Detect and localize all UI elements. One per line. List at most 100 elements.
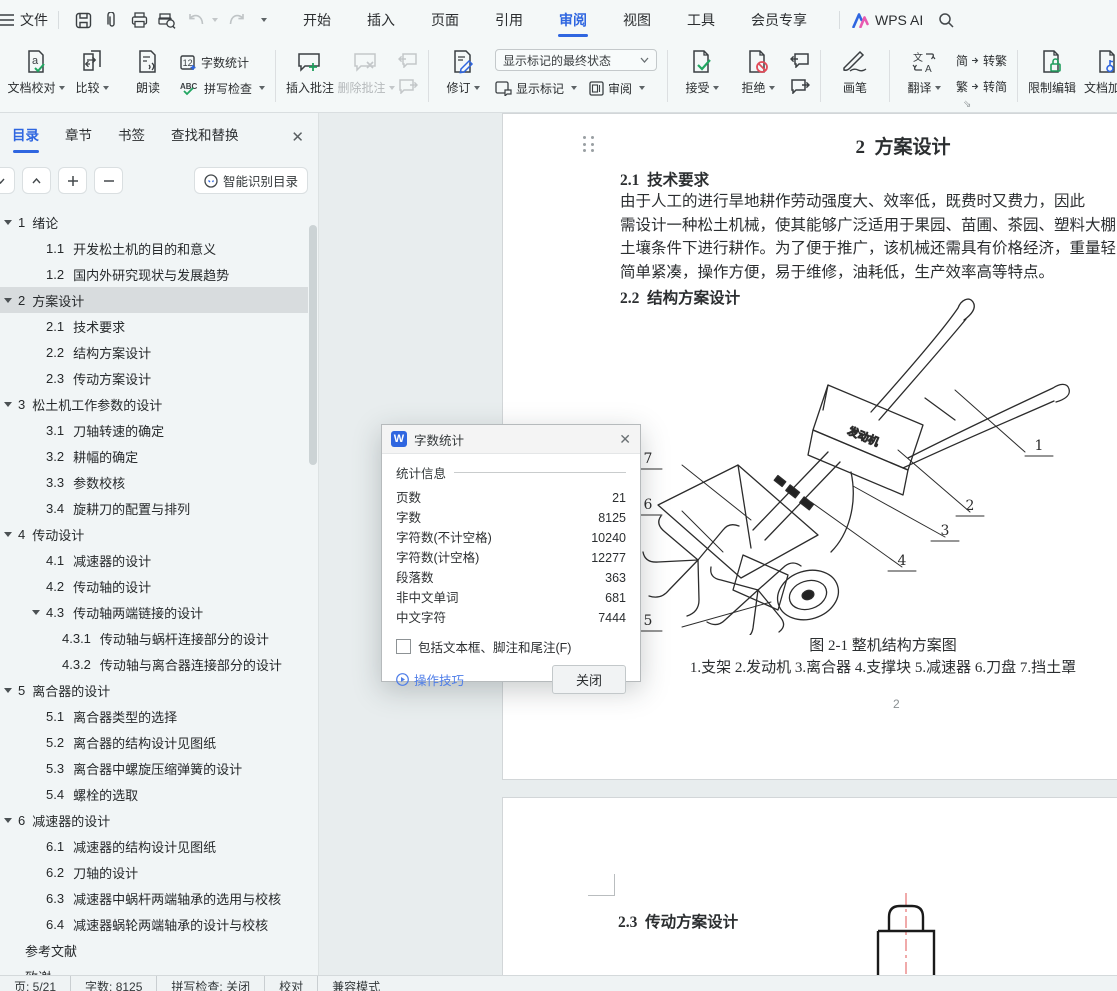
show-markup-button[interactable]: 显示标记	[495, 78, 578, 98]
read-aloud-button[interactable]: 朗读	[120, 40, 176, 96]
menu-tab[interactable]: 工具	[669, 0, 733, 40]
menu-tab[interactable]: 引用	[477, 0, 541, 40]
status-item[interactable]: 字数: 8125	[70, 976, 156, 991]
toc-item[interactable]: 4 传动设计	[0, 521, 308, 547]
insert-comment-button[interactable]: 插入批注	[282, 40, 338, 96]
toc-item[interactable]: 4.1 减速器的设计	[0, 547, 308, 573]
proofread-button[interactable]: a 文档校对	[8, 40, 65, 96]
sidebar-scrollbar-thumb[interactable]	[309, 225, 317, 465]
delete-comment-button[interactable]: 删除批注	[338, 40, 395, 96]
next-change-button[interactable]	[790, 76, 811, 96]
paragraph-line[interactable]: 需设计一种松土机械，使其能够广泛适用于果园、苗圃、茶园、塑料大棚	[620, 214, 1117, 238]
paragraph-line[interactable]: 简单紧凑，操作方便，易于维修，油耗低，生产效率高等特点。	[620, 261, 1117, 285]
toc-item[interactable]: 3.2 耕幅的确定	[0, 443, 308, 469]
reject-button[interactable]: 拒绝	[730, 40, 786, 96]
toc-item[interactable]: 4.3.1 传动轴与蜗杆连接部分的设计	[0, 625, 308, 651]
menu-tab[interactable]: 会员专享	[733, 0, 825, 40]
restrict-editing-button[interactable]: 限制编辑	[1024, 40, 1080, 96]
figure-transmission-drawing[interactable]	[863, 888, 953, 977]
toc-item[interactable]: 1 绪论	[0, 209, 308, 235]
print-preview-button[interactable]	[154, 7, 180, 33]
document-page-2[interactable]: 2.3 传动方案设计	[502, 797, 1117, 977]
dialog-titlebar[interactable]: W 字数统计 ✕	[382, 425, 640, 454]
wps-ai-entry[interactable]: WPS AI	[852, 12, 923, 28]
menu-tab[interactable]: 审阅	[541, 0, 605, 40]
accept-button[interactable]: 接受	[674, 40, 730, 96]
markup-state-select[interactable]: 显示标记的最终状态	[495, 49, 658, 71]
toc-item[interactable]: 4.3 传动轴两端链接的设计	[0, 599, 308, 625]
simplified-to-traditional-button[interactable]: 简 转繁	[956, 50, 1007, 70]
encrypt-document-button[interactable]: 文档加密	[1080, 40, 1117, 96]
file-menu[interactable]: 文件	[0, 10, 48, 30]
menu-tab[interactable]: 视图	[605, 0, 669, 40]
traditional-to-simplified-button[interactable]: 繁 转简	[956, 76, 1007, 96]
toc-item[interactable]: 2.2 结构方案设计	[0, 339, 308, 365]
toc-expand-triangle-icon[interactable]	[4, 531, 12, 537]
toc-item[interactable]: 1.2 国内外研究现状与发展趋势	[0, 261, 308, 287]
toc-item[interactable]: 4.3.2 传动轴与离合器连接部分的设计	[0, 651, 308, 677]
paragraph-drag-handle[interactable]	[583, 136, 596, 156]
sidebar-tab[interactable]: 章节	[53, 113, 104, 159]
include-footnotes-option[interactable]: 包括文本框、脚注和尾注(F)	[396, 637, 626, 656]
previous-change-button[interactable]	[790, 50, 810, 70]
next-comment-button[interactable]	[398, 76, 419, 96]
toc-item[interactable]: 5.3 离合器中螺旋压缩弹簧的设计	[0, 755, 308, 781]
toc-expand-triangle-icon[interactable]	[4, 687, 12, 693]
sidebar-tab[interactable]: 目录	[0, 113, 51, 159]
zoom-out-button[interactable]	[94, 167, 123, 194]
compare-button[interactable]: 比较	[64, 40, 120, 96]
sidebar-tab[interactable]: 书签	[106, 113, 157, 159]
undo-dropdown[interactable]	[212, 18, 218, 22]
toc-item[interactable]: 5 离合器的设计	[0, 677, 308, 703]
toc-item[interactable]: 6.2 刀轴的设计	[0, 859, 308, 885]
review-options-button[interactable]: 审阅	[589, 78, 646, 98]
zoom-in-button[interactable]	[58, 167, 87, 194]
redo-button[interactable]	[224, 7, 250, 33]
toc-expand-triangle-icon[interactable]	[4, 401, 12, 407]
expand-all-button[interactable]	[22, 167, 51, 194]
toc-item[interactable]: 3.3 参数校核	[0, 469, 308, 495]
toc-expand-triangle-icon[interactable]	[4, 817, 12, 823]
paragraph-line[interactable]: 土壤条件下进行耕作。为了便于推广，该机械还需具有价格经济，重量轻	[620, 237, 1117, 261]
sidebar-close-icon[interactable]: ✕	[291, 128, 304, 146]
menu-tab[interactable]: 插入	[349, 0, 413, 40]
translate-button[interactable]: 文A 翻译	[896, 40, 952, 96]
word-count-button[interactable]: 12 字数统计	[180, 52, 265, 72]
sidebar-tab[interactable]: 查找和替换	[159, 113, 251, 159]
spell-check-button[interactable]: ABC 拼写检查	[180, 78, 266, 98]
toc-item[interactable]: 5.4 螺栓的选取	[0, 781, 308, 807]
toc-item[interactable]: 6.1 减速器的结构设计见图纸	[0, 833, 308, 859]
status-item[interactable]: 页: 5/21	[0, 976, 70, 991]
checkbox-unchecked-icon[interactable]	[396, 639, 411, 654]
paragraph-line[interactable]: 由于人工的进行旱地耕作劳动强度大、效率低，既费时又费力，因此	[620, 190, 1117, 214]
toc-item[interactable]: 3.1 刀轴转速的确定	[0, 417, 308, 443]
dialog-launcher-icon[interactable]: ⇘	[963, 99, 971, 110]
status-item[interactable]: 校对	[264, 976, 317, 991]
toc-item[interactable]: 参考文献	[0, 937, 308, 963]
toc-item[interactable]: 2.3 传动方案设计	[0, 365, 308, 391]
close-button[interactable]: 关闭	[552, 665, 626, 694]
menu-tab[interactable]: 页面	[413, 0, 477, 40]
toc-item[interactable]: 3 松土机工作参数的设计	[0, 391, 308, 417]
toc-item[interactable]: 6.4 减速器蜗轮两端轴承的设计与校核	[0, 911, 308, 937]
smart-toc-button[interactable]: 智能识别目录	[193, 167, 308, 194]
section-heading[interactable]: 2 方案设计	[803, 132, 1003, 159]
toc-item[interactable]: 6.3 减速器中蜗杆两端轴承的选用与校核	[0, 885, 308, 911]
toc-expand-triangle-icon[interactable]	[4, 297, 12, 303]
undo-button[interactable]	[182, 7, 208, 33]
collapse-all-button[interactable]	[0, 167, 15, 194]
toc-item[interactable]: 5.2 离合器的结构设计见图纸	[0, 729, 308, 755]
status-item[interactable]: 兼容模式	[317, 976, 394, 991]
search-button[interactable]	[933, 7, 959, 33]
track-changes-button[interactable]: 修订	[435, 40, 491, 96]
toc-item[interactable]: 3.4 旋耕刀的配置与排列	[0, 495, 308, 521]
toc-item[interactable]: 2.1 技术要求	[0, 313, 308, 339]
menu-tab[interactable]: 开始	[285, 0, 349, 40]
toc-item[interactable]: 1.1 开发松土机的目的和意义	[0, 235, 308, 261]
figure-machine-drawing[interactable]: 发动机 1 2 3 4 5 6 7	[603, 290, 1117, 635]
toc-item[interactable]: 5.1 离合器类型的选择	[0, 703, 308, 729]
dialog-close-icon[interactable]: ✕	[619, 431, 631, 448]
sidebar-scrollbar[interactable]	[309, 213, 317, 977]
toc-item[interactable]: 6 减速器的设计	[0, 807, 308, 833]
tips-link[interactable]: 操作技巧	[396, 670, 464, 689]
